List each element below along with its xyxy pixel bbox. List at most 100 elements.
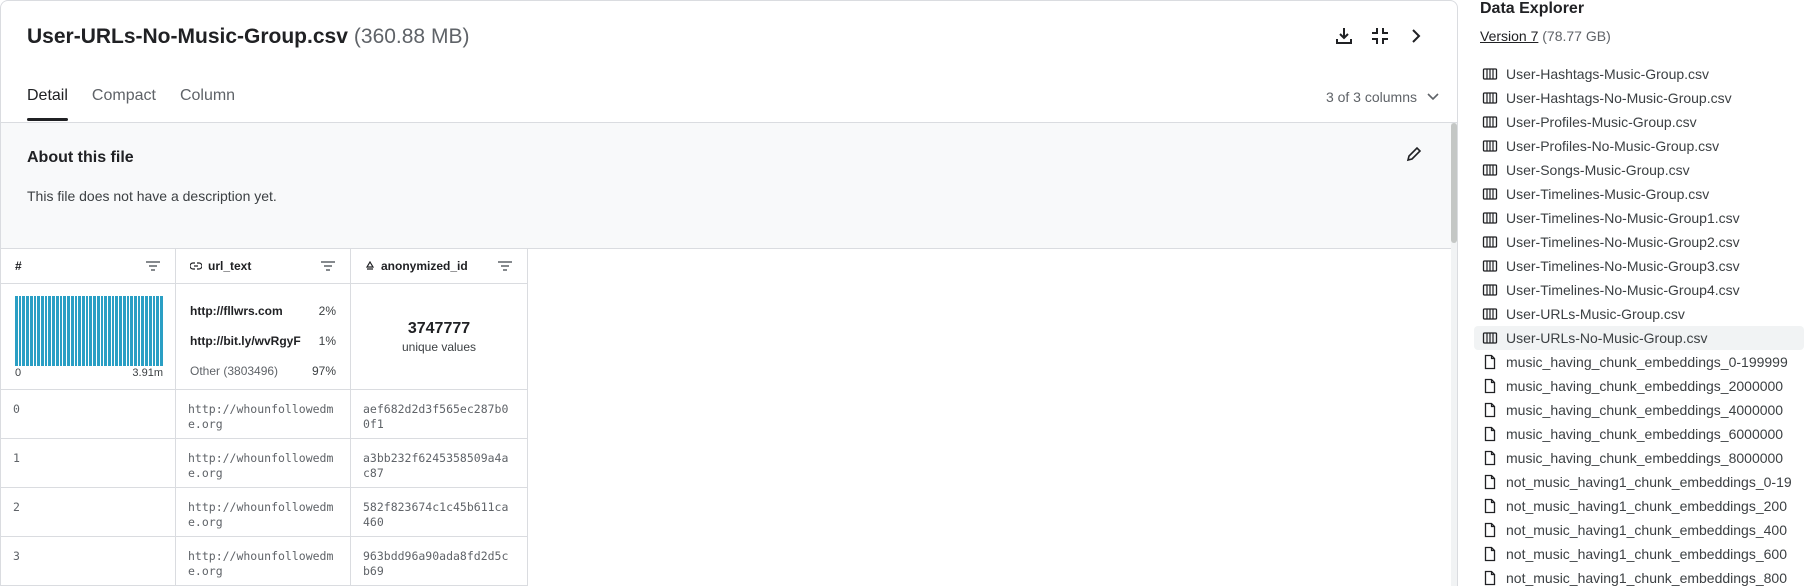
table-icon bbox=[1482, 138, 1498, 154]
sidebar-file-label: User-Timelines-No-Music-Group1.csv bbox=[1506, 210, 1740, 226]
top-value-percent: 1% bbox=[318, 334, 336, 348]
chevron-right-icon[interactable] bbox=[1405, 25, 1427, 47]
column-name: # bbox=[15, 259, 22, 273]
histogram-bar bbox=[156, 296, 160, 366]
sidebar-file-label: User-Hashtags-Music-Group.csv bbox=[1506, 66, 1710, 82]
file-icon bbox=[1482, 570, 1498, 586]
file-icon bbox=[1482, 354, 1498, 370]
sidebar-file-item[interactable]: not_music_having1_chunk_embeddings_400 bbox=[1474, 518, 1804, 542]
file-header: User-URLs-No-Music-Group.csv (360.88 MB) … bbox=[1, 1, 1457, 123]
histogram-min: 0 bbox=[15, 367, 22, 379]
link-icon bbox=[190, 262, 202, 270]
histogram-bar bbox=[41, 296, 44, 366]
sidebar-file-label: music_having_chunk_embeddings_2000000 bbox=[1506, 378, 1784, 394]
url-cell: http://whounfollowedme.org bbox=[176, 390, 351, 438]
file-icon bbox=[1482, 378, 1498, 394]
sidebar-file-item[interactable]: User-Hashtags-Music-Group.csv bbox=[1474, 62, 1804, 86]
file-icon bbox=[1482, 546, 1498, 562]
histogram-bar bbox=[126, 296, 130, 366]
sort-icon[interactable] bbox=[320, 260, 336, 272]
scrollbar-thumb[interactable] bbox=[1451, 123, 1457, 243]
id-cell: 963bdd96a90ada8fd2d5cb69 bbox=[363, 549, 509, 578]
sort-icon[interactable] bbox=[145, 260, 161, 272]
histogram-bar bbox=[111, 296, 115, 366]
histogram-bar bbox=[130, 296, 133, 366]
column-header-anonymized-id[interactable]: anonymized_id bbox=[351, 249, 527, 283]
sidebar-file-label: User-Profiles-No-Music-Group.csv bbox=[1506, 138, 1720, 154]
sidebar-file-item[interactable]: User-Profiles-Music-Group.csv bbox=[1474, 110, 1804, 134]
sort-icon[interactable] bbox=[497, 260, 513, 272]
file-icon bbox=[1482, 450, 1498, 466]
file-icon bbox=[1482, 498, 1498, 514]
sidebar-file-item[interactable]: music_having_chunk_embeddings_6000000 bbox=[1474, 422, 1804, 446]
sidebar-file-item[interactable]: User-Timelines-No-Music-Group4.csv bbox=[1474, 278, 1804, 302]
top-value-label: http://fllwrs.com bbox=[190, 304, 283, 318]
download-icon[interactable] bbox=[1333, 25, 1355, 47]
version-link[interactable]: Version 7 bbox=[1480, 28, 1538, 44]
column-count-label: 3 of 3 columns bbox=[1325, 89, 1417, 105]
vertical-scrollbar[interactable] bbox=[1451, 123, 1457, 586]
sidebar-file-item[interactable]: not_music_having1_chunk_embeddings_200 bbox=[1474, 494, 1804, 518]
table-icon bbox=[1482, 330, 1498, 346]
tab-detail[interactable]: Detail bbox=[27, 87, 68, 121]
sidebar-file-item[interactable]: User-Timelines-No-Music-Group1.csv bbox=[1474, 206, 1804, 230]
column-header-index[interactable]: # bbox=[1, 249, 176, 283]
sidebar-file-label: User-URLs-No-Music-Group.csv bbox=[1506, 330, 1708, 346]
sidebar-file-item[interactable]: music_having_chunk_embeddings_0-199999 bbox=[1474, 350, 1804, 374]
histogram-bar bbox=[55, 296, 59, 366]
file-icon bbox=[1482, 522, 1498, 538]
sidebar-file-item[interactable]: User-Songs-Music-Group.csv bbox=[1474, 158, 1804, 182]
sidebar-file-item[interactable]: music_having_chunk_embeddings_8000000 bbox=[1474, 446, 1804, 470]
file-title: User-URLs-No-Music-Group.csv (360.88 MB) bbox=[27, 25, 469, 49]
histogram-bar bbox=[122, 296, 126, 366]
table-row: 3 http://whounfollowedme.org 963bdd96a90… bbox=[1, 537, 527, 586]
histogram-bar bbox=[78, 296, 81, 366]
sidebar-file-label: music_having_chunk_embeddings_8000000 bbox=[1506, 450, 1784, 466]
data-table: # url_text anonymized_id 0 3.91m http://… bbox=[1, 249, 528, 586]
sidebar-file-item[interactable]: User-Timelines-No-Music-Group2.csv bbox=[1474, 230, 1804, 254]
sidebar-file-item[interactable]: User-URLs-Music-Group.csv bbox=[1474, 302, 1804, 326]
histogram-bar bbox=[29, 296, 33, 366]
sidebar-file-item[interactable]: music_having_chunk_embeddings_4000000 bbox=[1474, 398, 1804, 422]
column-header-url-text[interactable]: url_text bbox=[176, 249, 351, 283]
histogram-max: 3.91m bbox=[132, 367, 163, 379]
tab-column[interactable]: Column bbox=[180, 87, 235, 121]
about-description: This file does not have a description ye… bbox=[27, 188, 277, 204]
sidebar-file-label: not_music_having1_chunk_embeddings_0-19 bbox=[1506, 474, 1792, 490]
table-icon bbox=[1482, 282, 1498, 298]
id-cell: 582f823674c1c45b611ca460 bbox=[363, 500, 509, 529]
top-value-percent: 2% bbox=[318, 304, 336, 318]
id-icon bbox=[365, 261, 375, 270]
view-tabs: Detail Compact Column bbox=[27, 87, 235, 121]
sidebar-file-item[interactable]: User-Hashtags-No-Music-Group.csv bbox=[1474, 86, 1804, 110]
sidebar-file-item[interactable]: User-Profiles-No-Music-Group.csv bbox=[1474, 134, 1804, 158]
version-info: Version 7 (78.77 GB) bbox=[1480, 28, 1611, 44]
sidebar-file-item[interactable]: not_music_having1_chunk_embeddings_600 bbox=[1474, 542, 1804, 566]
sidebar-file-item[interactable]: User-Timelines-Music-Group.csv bbox=[1474, 182, 1804, 206]
data-explorer-sidebar: Data Explorer Version 7 (78.77 GB) User-… bbox=[1474, 0, 1804, 586]
sidebar-file-item[interactable]: not_music_having1_chunk_embeddings_800 bbox=[1474, 566, 1804, 586]
index-cell: 0 bbox=[1, 390, 176, 438]
histogram-bar bbox=[115, 296, 119, 366]
histogram-bar bbox=[93, 296, 96, 366]
sidebar-title: Data Explorer bbox=[1480, 0, 1585, 17]
top-value-row: http://bit.ly/wvRgyF 1% bbox=[190, 326, 336, 356]
sidebar-file-item[interactable]: User-URLs-No-Music-Group.csv bbox=[1474, 326, 1804, 350]
sidebar-file-item[interactable]: not_music_having1_chunk_embeddings_0-19 bbox=[1474, 470, 1804, 494]
tab-compact[interactable]: Compact bbox=[92, 87, 156, 121]
histogram-bar bbox=[63, 296, 67, 366]
id-cell: aef682d2d3f565ec287b00f1 bbox=[363, 402, 509, 431]
table-icon bbox=[1482, 186, 1498, 202]
file-preview-panel: User-URLs-No-Music-Group.csv (360.88 MB) … bbox=[0, 0, 1458, 586]
sidebar-file-label: not_music_having1_chunk_embeddings_800 bbox=[1506, 570, 1787, 586]
sidebar-file-item[interactable]: music_having_chunk_embeddings_2000000 bbox=[1474, 374, 1804, 398]
unique-values-summary: 3747777 unique values bbox=[351, 284, 527, 389]
sidebar-file-item[interactable]: User-Timelines-No-Music-Group3.csv bbox=[1474, 254, 1804, 278]
file-icon bbox=[1482, 474, 1498, 490]
fullscreen-icon[interactable] bbox=[1369, 25, 1391, 47]
histogram-bar bbox=[37, 296, 41, 366]
column-count-dropdown[interactable]: 3 of 3 columns bbox=[1326, 89, 1439, 105]
file-icon bbox=[1482, 426, 1498, 442]
edit-icon[interactable] bbox=[1405, 145, 1425, 165]
histogram-bar bbox=[33, 296, 37, 366]
